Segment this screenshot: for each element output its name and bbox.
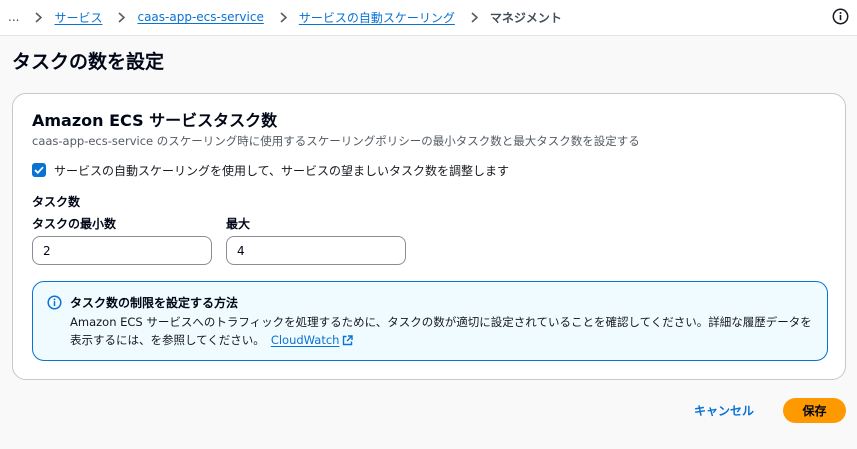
panel-title: Amazon ECS サービスタスク数: [32, 111, 278, 130]
info-icon[interactable]: [832, 8, 849, 25]
chevron-right-icon: [280, 11, 287, 23]
page-title: タスクの数を設定: [12, 51, 165, 73]
cloudwatch-link[interactable]: CloudWatch: [271, 333, 354, 347]
auto-scaling-checkbox-row[interactable]: サービスの自動スケーリングを使用して、サービスの望ましいタスク数を調整します: [32, 161, 509, 179]
alert-title: タスク数の制限を設定する方法: [70, 296, 239, 310]
max-tasks-input[interactable]: [226, 236, 406, 265]
alert-body: Amazon ECS サービスへのトラフィックを処理するために、タスクの数が適切…: [70, 313, 820, 349]
alert-body-text: Amazon ECS サービスへのトラフィックを処理するために、タスクの数が適切…: [70, 315, 812, 347]
task-count-panel: Amazon ECS サービスタスク数 caas-app-ecs-service…: [12, 93, 846, 380]
breadcrumb-ellipsis[interactable]: ...: [8, 10, 19, 24]
breadcrumb-link-service-name[interactable]: caas-app-ecs-service: [137, 10, 263, 24]
breadcrumb-link-services[interactable]: サービス: [54, 9, 102, 26]
check-icon: [34, 166, 44, 174]
info-icon: [47, 295, 62, 310]
top-navigation-bar: ... サービス caas-app-ecs-service サービスの自動スケー…: [0, 0, 857, 36]
breadcrumb-link-auto-scaling[interactable]: サービスの自動スケーリング: [299, 9, 455, 26]
auto-scaling-checkbox-label: サービスの自動スケーリングを使用して、サービスの望ましいタスク数を調整します: [54, 163, 510, 178]
panel-description: caas-app-ecs-service のスケーリング時に使用するスケーリング…: [32, 134, 640, 148]
chevron-right-icon: [471, 11, 478, 23]
chevron-right-icon: [118, 11, 126, 23]
info-alert: タスク数の制限を設定する方法 Amazon ECS サービスへのトラフィックを処…: [32, 281, 828, 361]
save-button[interactable]: 保存: [783, 398, 846, 423]
max-tasks-label: 最大: [226, 217, 251, 231]
min-tasks-label: タスクの最小数: [32, 217, 117, 231]
min-tasks-input[interactable]: [32, 236, 212, 265]
external-link-icon: [343, 335, 354, 346]
breadcrumb: ... サービス caas-app-ecs-service サービスの自動スケー…: [8, 0, 562, 34]
auto-scaling-checkbox[interactable]: [32, 163, 46, 177]
chevron-right-icon: [35, 11, 43, 23]
task-count-group-label: タスク数: [32, 195, 81, 209]
cloudwatch-link-label: CloudWatch: [270, 333, 340, 347]
cancel-button[interactable]: キャンセル: [684, 398, 764, 422]
breadcrumb-current: マネジメント: [489, 10, 562, 25]
